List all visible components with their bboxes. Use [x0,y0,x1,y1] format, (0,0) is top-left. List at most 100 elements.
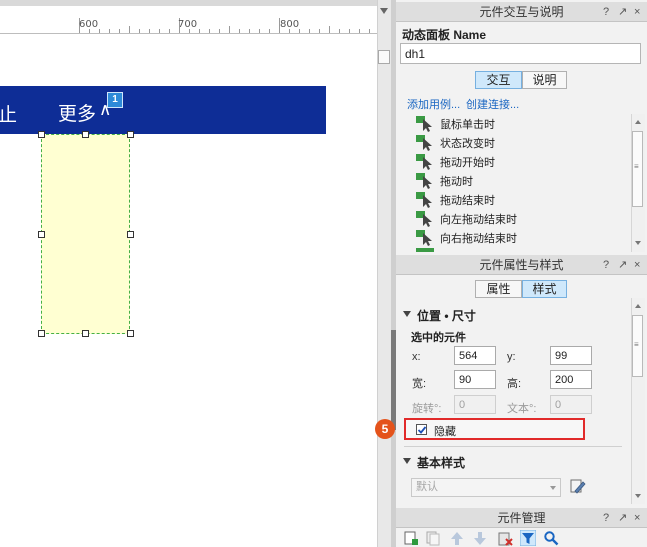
nav-bar-widget[interactable] [0,86,326,134]
ruler-tick [309,29,310,33]
event-label: 拖动结束时 [440,195,495,207]
event-pointer-icon [416,135,432,151]
design-canvas[interactable]: 600700800900 止 更多 ∧ 1 [0,0,377,547]
resize-handle-top-right[interactable] [127,131,134,138]
grip-icon: ≡ [634,340,639,349]
canvas-vertical-scrollbar[interactable] [377,0,391,547]
ruler-tick [209,29,210,33]
move-down-icon[interactable] [472,530,488,546]
scroll-down-icon[interactable] [635,494,641,498]
scroll-up-icon[interactable] [380,8,388,14]
tab-notes[interactable]: 说明 [522,71,567,89]
scroll-up-icon[interactable] [635,120,641,124]
position-size-section-title[interactable]: 位置 • 尺寸 [417,307,476,324]
ruler-label: 700 [178,19,198,30]
tab-style[interactable]: 样式 [522,280,567,298]
add-page-icon[interactable] [403,530,419,546]
nav-item-partial[interactable]: 止 [0,100,17,127]
close-icon[interactable]: × [634,255,640,275]
widget-name-label: 动态面板 Name [402,28,487,42]
scroll-down-icon[interactable] [635,241,641,245]
scroll-up-icon[interactable] [635,304,641,308]
collapse-arrow-icon[interactable] [403,458,411,464]
delete-icon[interactable] [497,530,513,546]
step-badge: 5 [375,419,395,439]
text-rotation-input[interactable] [550,395,592,414]
ruler-tick [199,29,200,33]
tab-interactions[interactable]: 交互 [475,71,522,89]
ruler-tick [249,29,250,33]
resize-handle-bottom-left[interactable] [38,330,45,337]
hide-checkbox[interactable] [416,424,427,435]
horizontal-ruler: 600700800900 [0,18,377,34]
x-input[interactable] [454,346,496,365]
ruler-tick [259,29,260,33]
properties-pane-title: 元件属性与样式 [479,258,564,272]
ruler-tick [99,29,100,33]
grip-icon: ≡ [634,162,639,171]
resize-handle-top-left[interactable] [38,131,45,138]
event-pointer-icon [416,173,432,189]
rotation-input[interactable] [454,395,496,414]
ruler-tick [109,29,110,33]
hide-highlight-box [404,418,585,440]
ruler-tick [129,26,130,33]
help-icon[interactable]: ? [603,2,609,22]
event-pointer-icon [416,116,432,132]
widget-name-input[interactable] [400,43,641,64]
canvas-scroll-thumb[interactable] [378,50,390,64]
height-label: 高: [507,378,522,390]
event-label: 鼠标单击时 [440,119,495,131]
event-label: 向右拖动结束时 [440,233,517,245]
popout-icon[interactable]: ↗ [618,2,627,22]
resize-handle-middle-left[interactable] [38,231,45,238]
event-label: 向左拖动结束时 [440,214,517,226]
edit-style-icon[interactable] [569,477,587,495]
manager-pane-header: 元件管理 ? ↗ × [396,508,647,528]
width-input[interactable] [454,370,496,389]
event-pointer-icon [416,211,432,227]
dynamic-panel-dh1[interactable] [41,134,130,334]
ruler-tick [329,26,330,33]
close-icon[interactable]: × [634,2,640,22]
ruler-tick [339,29,340,33]
y-input[interactable] [550,346,592,365]
help-icon[interactable]: ? [603,508,609,528]
ruler-tick [319,29,320,33]
popout-icon[interactable]: ↗ [618,255,627,275]
ruler-tick [119,29,120,33]
style-dropdown[interactable]: 默认 [411,478,561,497]
text-rotation-label: 文本°: [507,403,537,415]
filter-icon[interactable] [520,530,536,546]
height-input[interactable] [550,370,592,389]
nav-item-more[interactable]: 更多 [58,99,96,126]
event-pointer-icon [416,154,432,170]
section-divider [404,446,622,447]
add-case-link[interactable]: 添加用例... [407,96,460,112]
event-item-clipped [416,248,434,252]
rotation-label: 旋转°: [412,403,442,415]
create-link-link[interactable]: 创建连接... [466,96,519,112]
resize-handle-bottom-right[interactable] [127,330,134,337]
help-icon[interactable]: ? [603,255,609,275]
move-up-icon[interactable] [449,530,465,546]
basic-style-section-title[interactable]: 基本样式 [417,454,465,471]
ruler-tick [219,29,220,33]
event-label: 状态改变时 [440,138,495,150]
search-icon[interactable] [543,530,559,546]
resize-handle-middle-right[interactable] [127,231,134,238]
ruler-tick [229,26,230,33]
ruler-tick [269,29,270,33]
ruler-tick [149,29,150,33]
tab-properties[interactable]: 属性 [475,280,522,298]
duplicate-icon[interactable] [425,530,441,546]
interaction-pane-title: 元件交互与说明 [479,5,564,19]
resize-handle-top-middle[interactable] [82,131,89,138]
resize-handle-bottom-middle[interactable] [82,330,89,337]
ruler-label: 600 [79,19,99,30]
collapse-arrow-icon[interactable] [403,311,411,317]
ruler-tick [239,29,240,33]
popout-icon[interactable]: ↗ [618,508,627,528]
interaction-badge[interactable]: 1 [107,92,123,108]
close-icon[interactable]: × [634,508,640,528]
